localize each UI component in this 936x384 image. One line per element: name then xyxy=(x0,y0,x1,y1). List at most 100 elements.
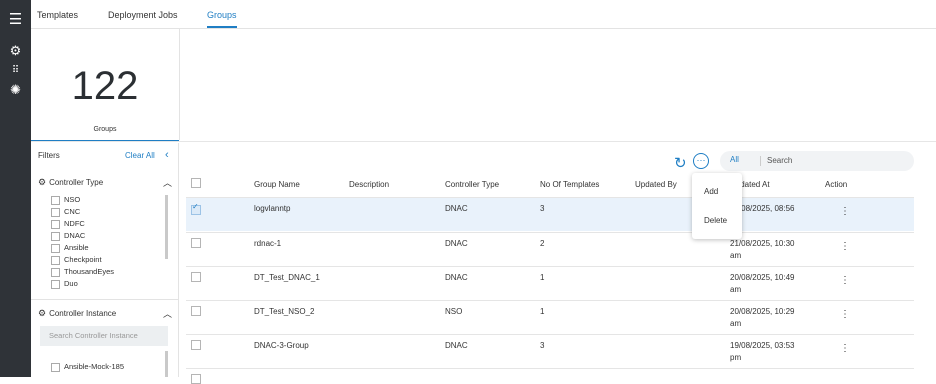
cell-templates: 3 xyxy=(540,204,545,213)
table-row[interactable]: DNAC-3-Group DNAC 3 19/08/2025, 03:53 pm… xyxy=(186,334,914,368)
column-header-updated-by[interactable]: Updated By xyxy=(635,180,677,189)
groups-table-area: ↻ ··· All Search Group Name Description … xyxy=(180,143,936,384)
column-header-action: Action xyxy=(825,180,848,189)
cell-updated-at-suffix: am xyxy=(730,285,742,294)
checkbox[interactable] xyxy=(51,279,60,289)
row-checkbox[interactable] xyxy=(191,238,201,248)
filter-option-nso[interactable]: NSO xyxy=(51,194,80,205)
controller-instance-title: Controller Instance xyxy=(49,309,117,318)
checkbox[interactable] xyxy=(51,207,60,217)
settings-icon[interactable]: ⚙ xyxy=(8,44,23,58)
cell-group-name[interactable]: rdnac-1 xyxy=(254,238,281,250)
menu-icon[interactable]: ☰ xyxy=(8,12,23,27)
column-header-no-of-templates[interactable]: No Of Templates xyxy=(540,180,599,189)
column-header-group-name[interactable]: Group Name xyxy=(254,180,300,189)
row-actions-icon[interactable]: ⋮ xyxy=(840,275,850,286)
refresh-icon[interactable]: ↻ xyxy=(674,154,687,172)
checkbox[interactable] xyxy=(51,231,60,241)
table-toolbar: ↻ ··· All Search xyxy=(180,143,936,177)
tab-bar: Templates Deployment Jobs Groups xyxy=(31,0,936,29)
controller-type-title: Controller Type xyxy=(49,178,104,187)
cell-templates: 1 xyxy=(540,273,545,282)
cell-updated-at: 21/08/2025, 10:30 xyxy=(730,239,795,248)
checkbox[interactable] xyxy=(51,195,60,205)
gear-icon: ⚙ xyxy=(38,308,47,318)
cell-updated-at-suffix: am xyxy=(730,319,742,328)
cell-updated-at-suffix: am xyxy=(730,251,742,260)
row-actions-icon[interactable]: ⋮ xyxy=(840,309,850,320)
checkmark-icon: ✓ xyxy=(192,202,199,211)
filter-all-button[interactable]: All xyxy=(730,155,739,164)
divider xyxy=(760,156,761,166)
controller-instance-search-input[interactable]: Search Controller Instance xyxy=(40,326,168,346)
scrollbar[interactable] xyxy=(165,351,168,377)
table-row[interactable]: rdnac-1 DNAC 2 21/08/2025, 10:30 am ⋮ xyxy=(186,232,914,266)
row-actions-icon[interactable]: ⋮ xyxy=(840,206,850,217)
table-row[interactable]: DT_Test_NSO_2 NSO 1 20/08/2025, 10:29 am… xyxy=(186,300,914,334)
filter-option-instance[interactable]: Ansible-Mock-185 xyxy=(51,361,124,372)
cell-group-name[interactable]: DNAC-3-Group xyxy=(254,340,309,352)
cog-icon[interactable]: ✺ xyxy=(8,83,23,97)
cell-updated-at: 20/08/2025, 10:29 xyxy=(730,307,795,316)
controller-instance-header[interactable]: ⚙ Controller Instance xyxy=(38,308,116,319)
filter-option-thousandeyes[interactable]: ThousandEyes xyxy=(51,266,114,277)
cell-group-name[interactable]: DT_Test_NSO_2 xyxy=(254,306,314,318)
cell-controller-type: DNAC xyxy=(445,341,468,350)
filter-option-duo[interactable]: Duo xyxy=(51,278,78,289)
cell-controller-type: NSO xyxy=(445,307,463,316)
row-checkbox[interactable] xyxy=(191,374,201,384)
filter-option-checkpoint[interactable]: Checkpoint xyxy=(51,254,102,265)
checkbox[interactable] xyxy=(51,243,60,253)
cell-updated-at-suffix: pm xyxy=(730,353,742,362)
cell-templates: 3 xyxy=(540,341,545,350)
select-all-checkbox[interactable] xyxy=(191,178,201,188)
cell-updated-at: 19/08/2025, 03:53 xyxy=(730,341,795,350)
collapse-chevron-icon[interactable]: ‹ xyxy=(165,149,169,161)
divider xyxy=(31,299,178,300)
filters-panel: Filters Clear All ‹ ⚙ Controller Type ︿ N… xyxy=(31,143,179,377)
chevron-up-icon[interactable]: ︿ xyxy=(163,307,172,320)
checkbox[interactable] xyxy=(51,219,60,229)
checkbox[interactable] xyxy=(51,255,60,265)
tab-groups[interactable]: Groups xyxy=(207,10,237,28)
groups-count: 122 xyxy=(71,64,139,108)
table-row[interactable]: ✓ logvlanntp DNAC 3 21/08/2025, 08:56 ⋮ xyxy=(186,197,914,231)
column-header-controller-type[interactable]: Controller Type xyxy=(445,180,499,189)
apps-icon[interactable]: ⠿ xyxy=(8,64,23,78)
groups-count-card[interactable]: 122 Groups xyxy=(31,28,180,140)
row-checkbox[interactable] xyxy=(191,340,201,350)
row-actions-icon[interactable]: ⋮ xyxy=(840,343,850,354)
tab-templates[interactable]: Templates xyxy=(37,10,78,20)
filter-option-ndfc[interactable]: NDFC xyxy=(51,218,85,229)
cell-controller-type: DNAC xyxy=(445,239,468,248)
more-options-menu: Add Delete xyxy=(692,173,742,239)
cell-controller-type: DNAC xyxy=(445,273,468,282)
filter-option-dnac[interactable]: DNAC xyxy=(51,230,85,241)
more-options-button[interactable]: ··· xyxy=(693,153,709,169)
menu-item-delete[interactable]: Delete xyxy=(704,216,727,225)
search-bar: All Search xyxy=(720,151,914,171)
row-checkbox[interactable] xyxy=(191,306,201,316)
table-header: Group Name Description Controller Type N… xyxy=(180,177,936,197)
table-row[interactable]: DT_Test_DNAC_1 DNAC 1 20/08/2025, 10:49 … xyxy=(186,266,914,300)
row-actions-icon[interactable]: ⋮ xyxy=(840,241,850,252)
controller-type-header[interactable]: ⚙ Controller Type xyxy=(38,177,103,188)
search-input[interactable]: Search xyxy=(767,156,792,165)
left-nav-rail: ☰ ⚙ ⠿ ✺ xyxy=(0,0,31,377)
row-checkbox[interactable] xyxy=(191,272,201,282)
clear-all-link[interactable]: Clear All xyxy=(125,151,155,160)
chevron-up-icon[interactable]: ︿ xyxy=(163,176,172,189)
menu-item-add[interactable]: Add xyxy=(704,187,718,196)
cell-group-name[interactable]: DT_Test_DNAC_1 xyxy=(254,272,320,284)
tab-deployment-jobs[interactable]: Deployment Jobs xyxy=(108,10,178,20)
checkbox[interactable] xyxy=(51,362,60,372)
cell-group-name[interactable]: logvlanntp xyxy=(254,203,290,215)
gear-icon: ⚙ xyxy=(38,177,47,187)
filter-option-cnc[interactable]: CNC xyxy=(51,206,80,217)
cell-updated-at: 20/08/2025, 10:49 xyxy=(730,273,795,282)
column-header-description[interactable]: Description xyxy=(349,180,389,189)
filter-option-ansible[interactable]: Ansible xyxy=(51,242,89,253)
filters-title: Filters xyxy=(38,151,60,160)
scrollbar[interactable] xyxy=(165,195,168,259)
checkbox[interactable] xyxy=(51,267,60,277)
